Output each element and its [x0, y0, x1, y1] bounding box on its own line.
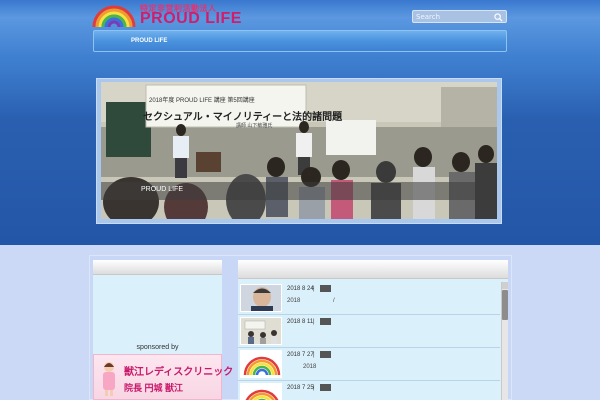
news-thumbnail[interactable]: [240, 383, 282, 400]
news-thumbnail[interactable]: [240, 317, 282, 345]
scrollbar-thumb[interactable]: [502, 290, 508, 320]
nav-item-home[interactable]: PROUD LIFE: [131, 38, 167, 44]
news-item[interactable]: 2018 7 25 |: [238, 381, 500, 400]
news-excerpt: 2018: [303, 364, 317, 370]
person-photo-icon: [241, 285, 281, 311]
news-category-tag[interactable]: [320, 384, 331, 391]
sponsor-label: sponsored by: [136, 344, 179, 351]
news-thumbnail[interactable]: [240, 350, 282, 378]
sponsor-clinic-name: 獣江レディスクリニック: [124, 367, 234, 378]
news-excerpt-extra: /: [333, 298, 335, 304]
news-item[interactable]: 2018 8 24 | 2018 /: [238, 282, 500, 315]
news-excerpt: 2018: [287, 298, 301, 304]
news-category-tag[interactable]: [320, 351, 331, 358]
news-date: 2018 8 24: [287, 286, 314, 292]
news-category-tag[interactable]: [320, 285, 331, 292]
news-thumbnail[interactable]: [240, 284, 282, 312]
news-separator: |: [313, 385, 315, 391]
news-header: [238, 260, 508, 279]
meeting-photo-icon: [241, 318, 281, 344]
rainbow-logo-icon: [241, 351, 281, 377]
hero-caption[interactable]: PROUD LIFE: [141, 186, 183, 193]
hero-banner-speaker: 講師 山下敏雅氏: [236, 123, 273, 129]
scroll-up-arrow-icon[interactable]: [502, 282, 508, 289]
news-item[interactable]: 2018 7 27 | 2018: [238, 348, 500, 381]
news-separator: |: [313, 352, 315, 358]
news-scrollbar[interactable]: [501, 282, 508, 400]
news-date: 2018 7 25: [287, 385, 314, 391]
news-date: 2018 8 11: [287, 319, 314, 325]
news-separator: |: [313, 319, 315, 325]
hero-banner-line1: 2018年度 PROUD LIFE 講座 第5回講座: [149, 98, 255, 104]
hero-caption-bar: PROUD LIFE: [101, 182, 497, 200]
site-logo[interactable]: 特定非営利活動法人 PROUD LIFE: [92, 3, 242, 27]
news-separator: |: [313, 286, 315, 292]
news-column: 2018 8 24 | 2018 / 2018 8 11 | 2018 7 27…: [238, 260, 508, 400]
rainbow-logo-icon: [241, 384, 281, 400]
rainbow-logo-icon: [92, 5, 136, 27]
search-box: [412, 10, 507, 23]
main-nav: PROUD LIFE: [93, 30, 507, 52]
sponsor-clinic-staff: 院長 円城 獣江: [124, 383, 184, 393]
sidebar: sponsored by 獣江レディスクリニック 院長 円城 獣江: [93, 260, 233, 400]
search-input[interactable]: [416, 11, 491, 22]
logo-title: PROUD LIFE: [140, 10, 242, 27]
sidebar-header: [93, 260, 222, 275]
news-item[interactable]: 2018 8 11 |: [238, 315, 500, 348]
hero-banner-title: セクシュアル・マイノリティーと法的諸問題: [143, 112, 343, 123]
news-date: 2018 7 27: [287, 352, 314, 358]
hero-slideshow[interactable]: 2018年度 PROUD LIFE 講座 第5回講座 セクシュアル・マイノリティ…: [101, 82, 497, 219]
news-category-tag[interactable]: [320, 318, 331, 325]
sponsor-banner[interactable]: 獣江レディスクリニック 院長 円城 獣江: [93, 354, 233, 400]
search-icon[interactable]: [494, 13, 503, 22]
clinic-figure-icon: [103, 362, 115, 396]
news-list: 2018 8 24 | 2018 / 2018 8 11 | 2018 7 27…: [238, 282, 500, 400]
